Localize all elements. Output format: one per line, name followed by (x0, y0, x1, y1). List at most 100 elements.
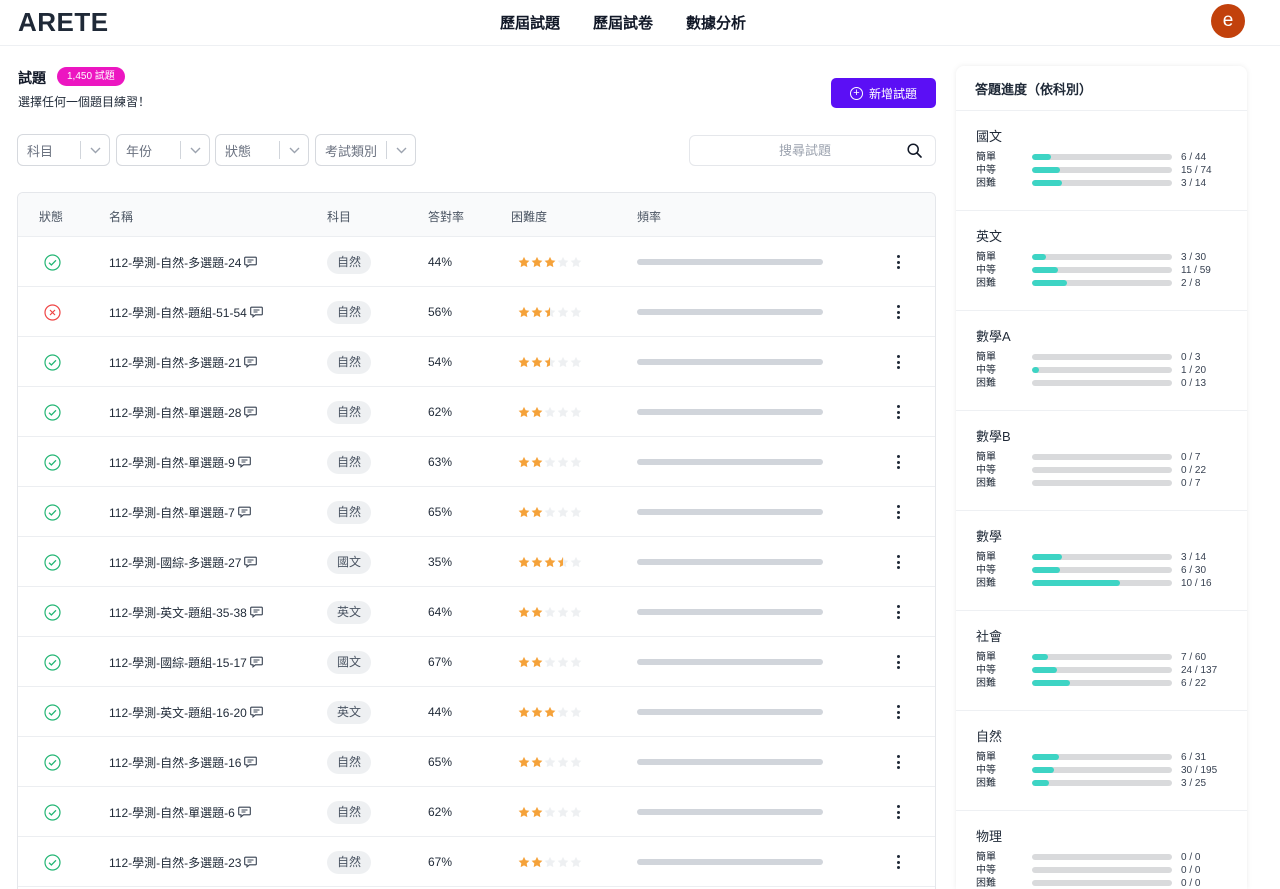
comment-icon[interactable] (244, 356, 258, 368)
table-row[interactable]: 112-學測-國綜-多選題-27 國文 35% (18, 537, 935, 587)
more-options-icon[interactable] (890, 650, 906, 674)
progress-bar (1032, 354, 1172, 360)
question-name[interactable]: 112-學測-自然-題組-51-54 (109, 304, 247, 321)
question-name[interactable]: 112-學測-自然-多選題-23 (109, 854, 241, 871)
table-row[interactable]: 112-學測-自然-單選題-6 自然 62% (18, 787, 935, 837)
table-row[interactable]: 112-學測-國綜-題組-15-17 國文 67% (18, 637, 935, 687)
more-options-icon[interactable] (890, 800, 906, 824)
question-name[interactable]: 112-學測-國綜-題組-15-17 (109, 654, 247, 671)
table-row[interactable]: 112-學測-英文-題組-35-38 英文 64% (18, 587, 935, 637)
star-icon (518, 406, 530, 418)
table-row[interactable]: 112-學測-自然-題組-51-54 自然 56% (18, 287, 935, 337)
search-icon[interactable] (907, 143, 922, 163)
comment-icon[interactable] (237, 456, 251, 468)
comment-icon[interactable] (249, 656, 263, 668)
more-options-icon[interactable] (890, 750, 906, 774)
comment-icon[interactable] (244, 406, 258, 418)
nav-analytics[interactable]: 數據分析 (686, 12, 746, 33)
table-row[interactable]: 112-學測-自然-單選題-7 自然 65% (18, 487, 935, 537)
nav-past-questions[interactable]: 歷屆試題 (500, 12, 560, 33)
filter-subject[interactable]: 科目 (17, 134, 110, 166)
question-name[interactable]: 112-學測-國綜-多選題-27 (109, 554, 241, 571)
comment-icon[interactable] (237, 506, 251, 518)
comment-icon[interactable] (244, 256, 258, 268)
table-row[interactable]: 112-學測-自然-多選題-16 自然 65% (18, 737, 935, 787)
comment-icon[interactable] (249, 606, 263, 618)
table-row[interactable]: 112-學測-自然-多選題-23 自然 67% (18, 837, 935, 887)
column-subject[interactable]: 科目 (327, 208, 351, 225)
logo[interactable]: ARETE (18, 7, 109, 38)
more-options-icon[interactable] (890, 450, 906, 474)
progress-bar (1032, 654, 1172, 660)
difficulty-progress-row: 困難 3 / 14 (976, 177, 1236, 190)
star-icon (557, 406, 569, 418)
correct-rate: 63% (428, 455, 453, 469)
more-options-icon[interactable] (890, 500, 906, 524)
nav-past-exams[interactable]: 歷屆試卷 (593, 12, 653, 33)
correct-rate: 65% (428, 755, 453, 769)
table-header: 狀態 名稱 科目 答對率 困難度 頻率 (18, 193, 935, 237)
question-name[interactable]: 112-學測-自然-多選題-24 (109, 254, 241, 271)
question-name[interactable]: 112-學測-自然-單選題-9 (109, 454, 235, 471)
star-icon (531, 856, 543, 868)
progress-fill (1032, 180, 1062, 186)
column-correct-rate[interactable]: 答對率 (428, 208, 464, 225)
table-row[interactable]: 112-學測-自然-多選題-24 自然 44% (18, 237, 935, 287)
question-name[interactable]: 112-學測-自然-單選題-6 (109, 804, 235, 821)
column-frequency[interactable]: 頻率 (637, 208, 661, 225)
progress-fill (1032, 580, 1120, 586)
difficulty-progress-row: 簡單 6 / 44 (976, 151, 1236, 164)
filter-status[interactable]: 狀態 (215, 134, 309, 166)
table-row[interactable]: 112-學測-英文-題組-16-20 英文 44% (18, 687, 935, 737)
difficulty-stars (518, 806, 582, 818)
search-input[interactable] (690, 136, 900, 165)
star-icon (544, 856, 556, 868)
progress-count: 15 / 74 (1181, 165, 1212, 176)
frequency-bar (637, 709, 823, 715)
table-row[interactable]: 112-學測-自然-多選題-21 自然 54% (18, 337, 935, 387)
difficulty-stars (518, 756, 582, 768)
difficulty-progress-row: 簡單 7 / 60 (976, 651, 1236, 664)
more-options-icon[interactable] (890, 300, 906, 324)
more-options-icon[interactable] (890, 250, 906, 274)
star-icon (570, 606, 582, 618)
comment-icon[interactable] (249, 306, 263, 318)
more-options-icon[interactable] (890, 350, 906, 374)
star-icon (570, 256, 582, 268)
difficulty-progress-row: 中等 1 / 20 (976, 364, 1236, 377)
add-question-button[interactable]: + 新增試題 (831, 78, 936, 108)
progress-count: 0 / 22 (1181, 465, 1207, 476)
plus-circle-icon: + (849, 86, 863, 100)
more-options-icon[interactable] (890, 400, 906, 424)
comment-icon[interactable] (237, 806, 251, 818)
question-name[interactable]: 112-學測-自然-多選題-16 (109, 754, 241, 771)
comment-icon[interactable] (244, 556, 258, 568)
more-options-icon[interactable] (890, 700, 906, 724)
frequency-bar (637, 659, 823, 665)
avatar[interactable]: e (1211, 4, 1245, 38)
comment-icon[interactable] (244, 856, 258, 868)
filter-year[interactable]: 年份 (116, 134, 210, 166)
comment-icon[interactable] (244, 756, 258, 768)
table-row[interactable]: 112-學測-自然-單選題-9 自然 63% (18, 437, 935, 487)
filter-exam-type[interactable]: 考試類別 (315, 134, 416, 166)
comment-icon[interactable] (249, 706, 263, 718)
column-status[interactable]: 狀態 (39, 208, 63, 225)
subject-tag: 英文 (327, 700, 372, 724)
more-options-icon[interactable] (890, 600, 906, 624)
correct-rate: 54% (428, 355, 453, 369)
difficulty-progress-row: 簡單 0 / 3 (976, 351, 1236, 364)
star-icon (531, 356, 543, 368)
question-name[interactable]: 112-學測-自然-單選題-7 (109, 504, 235, 521)
question-name[interactable]: 112-學測-自然-單選題-28 (109, 404, 241, 421)
column-difficulty[interactable]: 困難度 (511, 208, 547, 225)
star-icon (557, 606, 569, 618)
question-name[interactable]: 112-學測-自然-多選題-21 (109, 354, 241, 371)
more-options-icon[interactable] (890, 550, 906, 574)
more-options-icon[interactable] (890, 850, 906, 874)
question-name[interactable]: 112-學測-英文-題組-35-38 (109, 604, 247, 621)
chevron-down-icon (81, 147, 109, 154)
table-row[interactable]: 112-學測-自然-單選題-28 自然 62% (18, 387, 935, 437)
question-name[interactable]: 112-學測-英文-題組-16-20 (109, 704, 247, 721)
column-name[interactable]: 名稱 (109, 208, 133, 225)
